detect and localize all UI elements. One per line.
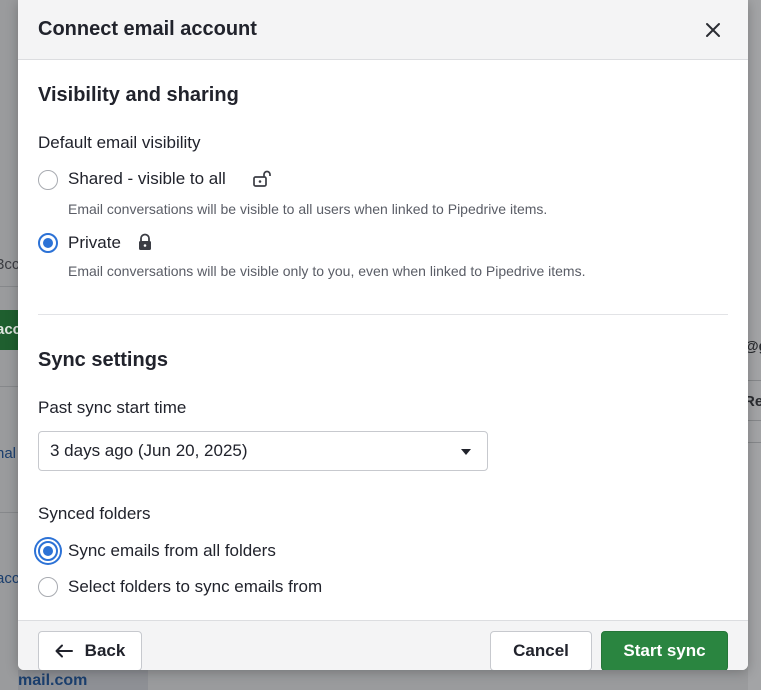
all-folders-option-label[interactable]: Sync emails from all folders — [68, 541, 276, 561]
back-button[interactable]: Back — [38, 631, 142, 670]
section-divider — [38, 314, 728, 315]
select-folders-radio[interactable] — [38, 577, 58, 597]
close-button[interactable] — [699, 16, 727, 44]
all-folders-radio[interactable] — [38, 541, 58, 561]
visibility-section-title: Visibility and sharing — [38, 84, 239, 106]
modal-title: Connect email account — [38, 18, 257, 40]
unlock-icon — [253, 170, 271, 187]
sync-start-time-value: 3 days ago (Jun 20, 2025) — [50, 441, 248, 460]
cancel-button[interactable]: Cancel — [490, 631, 592, 670]
caret-down-icon — [461, 449, 471, 455]
sync-start-time-label: Past sync start time — [38, 398, 187, 417]
sync-section-title: Sync settings — [38, 349, 169, 371]
back-button-label: Back — [84, 641, 126, 660]
cancel-button-label: Cancel — [513, 641, 569, 660]
shared-option-description: Email conversations will be visible to a… — [68, 201, 548, 217]
background-divider — [748, 380, 761, 381]
background-bottom-bar: mail.com — [18, 670, 148, 690]
select-folders-option-label[interactable]: Select folders to sync emails from — [68, 577, 322, 597]
background-text: 3cc — [0, 256, 20, 273]
background-text: acc — [0, 570, 20, 587]
background-text: Re — [748, 393, 761, 410]
sync-start-time-select[interactable]: 3 days ago (Jun 20, 2025) — [38, 431, 488, 471]
private-option-label[interactable]: Private — [68, 233, 121, 253]
start-sync-button[interactable]: Start sync — [601, 631, 728, 670]
modal-footer: Back Cancel Start sync — [18, 620, 748, 670]
background-text: mail.com — [18, 672, 88, 689]
lock-icon — [139, 233, 151, 250]
private-radio[interactable] — [38, 233, 58, 253]
start-sync-button-label: Start sync — [623, 641, 706, 660]
private-option-description: Email conversations will be visible only… — [68, 263, 586, 279]
background-green-button: acc — [0, 310, 18, 350]
modal-header: Connect email account — [18, 0, 748, 60]
background-left-panel: 3cc acc nal acc — [0, 0, 20, 690]
background-divider — [748, 420, 761, 421]
shared-radio[interactable] — [38, 170, 58, 190]
connect-email-modal: Connect email account Visibility and sha… — [18, 0, 748, 670]
background-text: @g — [748, 338, 761, 355]
synced-folders-label: Synced folders — [38, 504, 151, 523]
shared-option-label[interactable]: Shared - visible to all — [68, 169, 226, 189]
arrow-left-icon — [55, 644, 73, 658]
visibility-field-label: Default email visibility — [38, 133, 201, 152]
background-divider — [0, 512, 18, 513]
background-divider — [0, 386, 18, 387]
background-divider — [748, 442, 761, 443]
background-divider — [0, 286, 18, 287]
background-text: nal — [0, 445, 17, 462]
background-right-panel: @g Re — [748, 0, 761, 690]
close-icon — [706, 23, 720, 37]
